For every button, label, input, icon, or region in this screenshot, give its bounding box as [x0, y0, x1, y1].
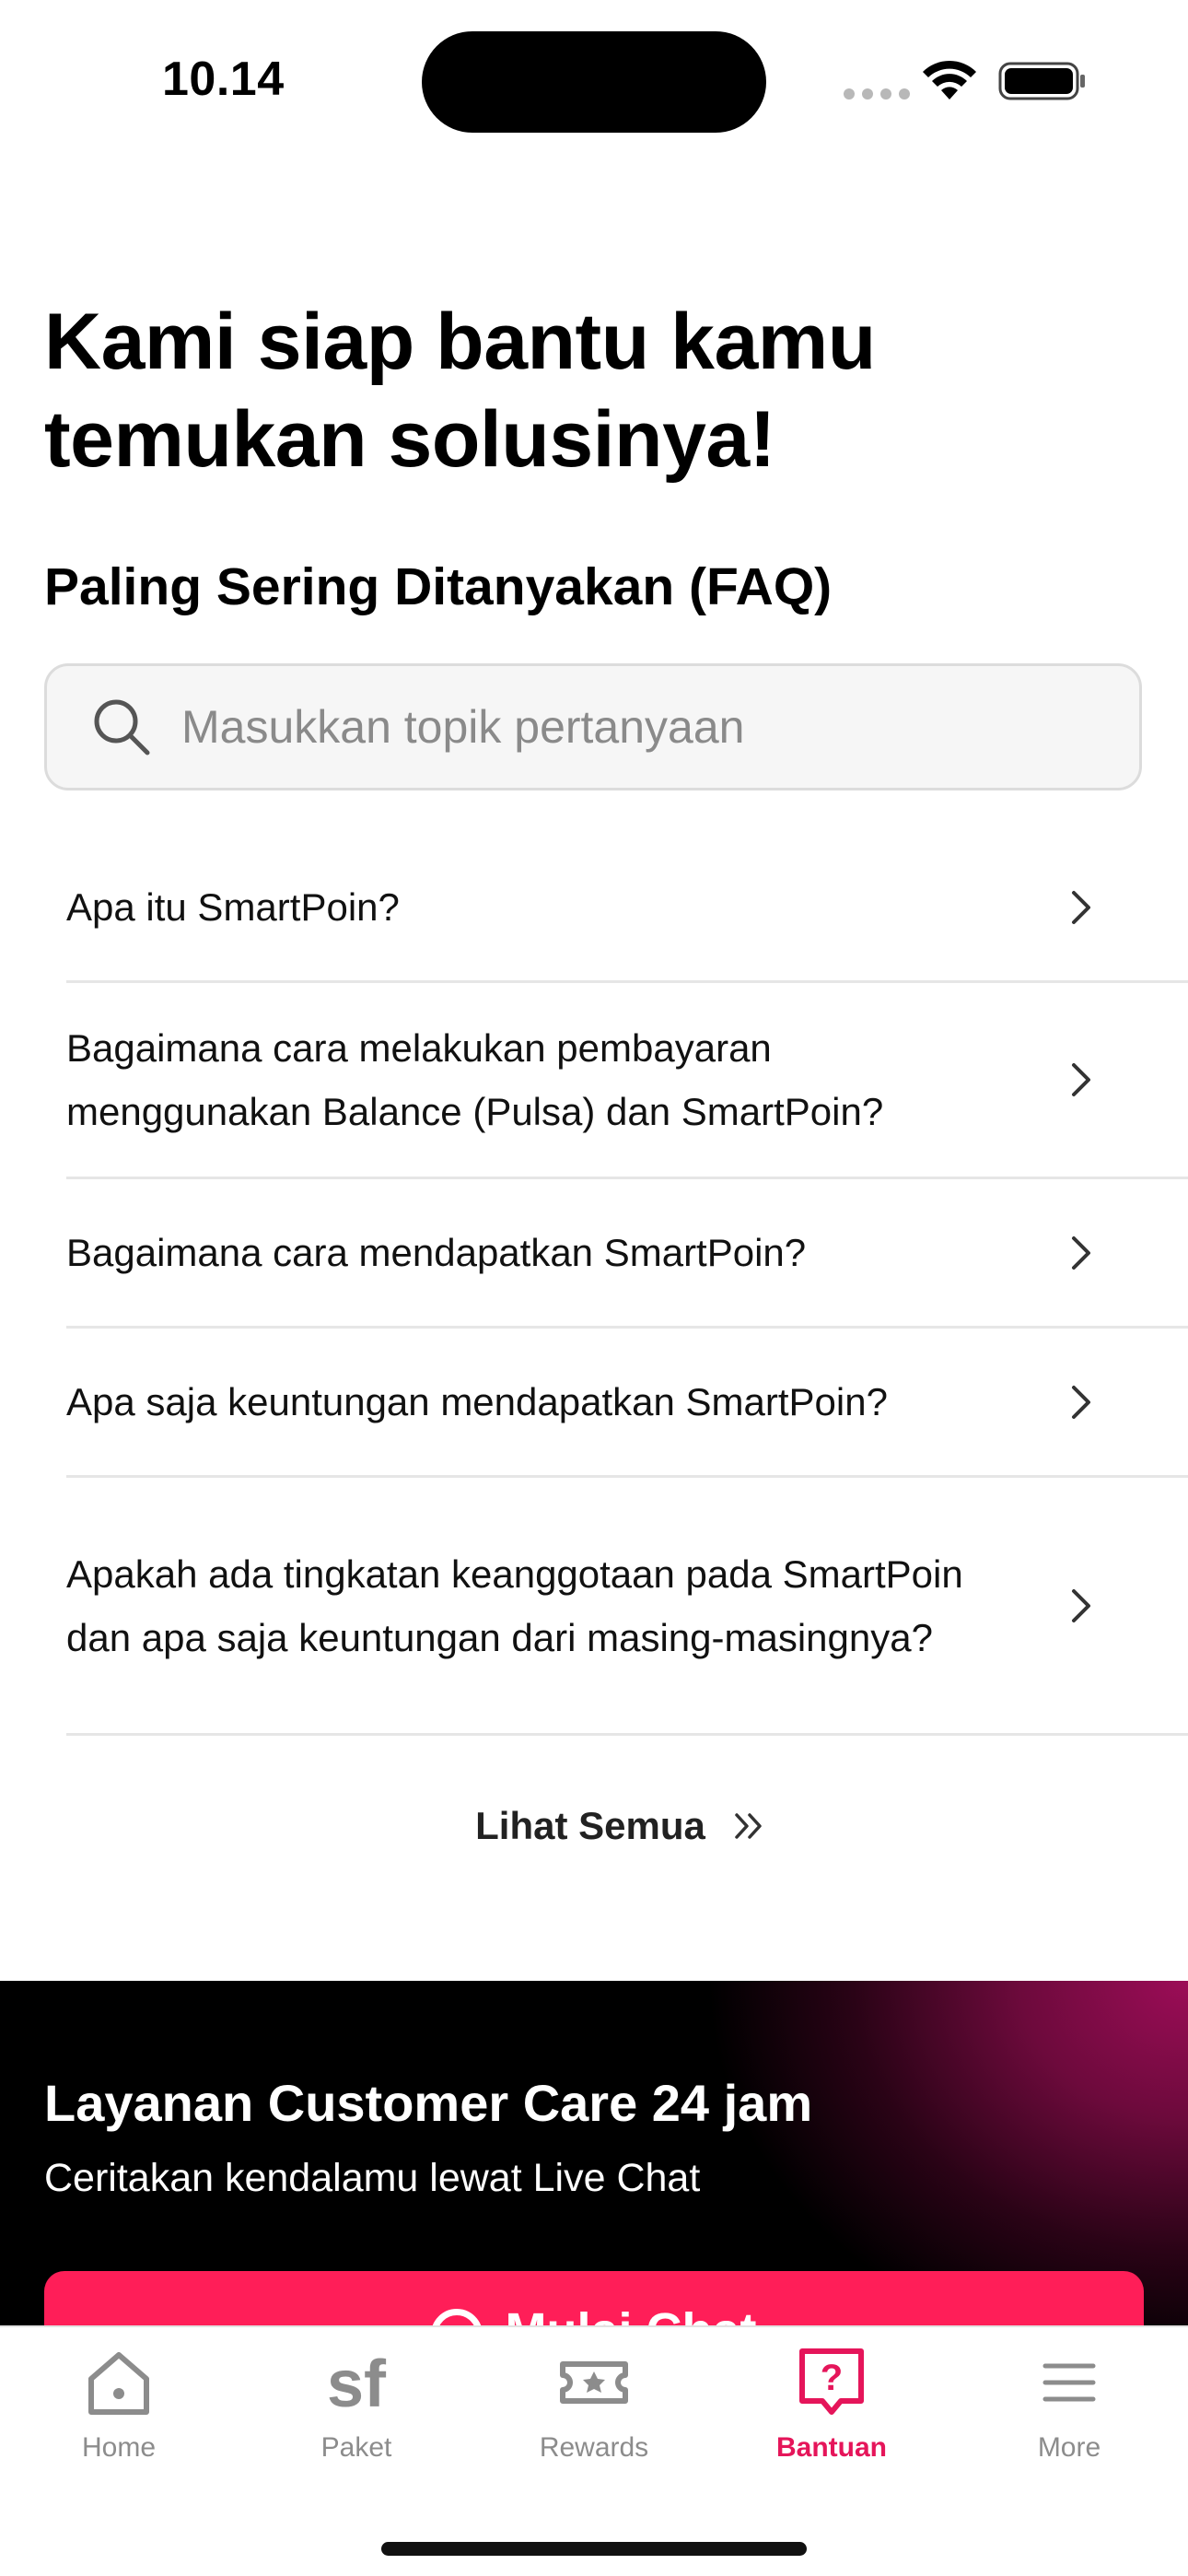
faq-item[interactable]: Apakah ada tingkatan keanggotaan pada Sm…	[66, 1478, 1188, 1736]
cellular-signal-icon	[844, 88, 910, 100]
faq-search-input[interactable]	[181, 700, 1102, 754]
search-icon	[94, 699, 150, 755]
faq-question: Apakah ada tingkatan keanggotaan pada Sm…	[66, 1551, 963, 1659]
page-title: Kami siap bantu kamu temukan solusinya!	[44, 298, 876, 484]
tab-bantuan-label: Bantuan	[776, 2432, 887, 2463]
sf-logo-icon: sf	[327, 2348, 387, 2419]
status-bar: 10.14	[0, 0, 1188, 157]
home-icon	[88, 2352, 149, 2415]
chevron-right-icon	[1072, 1063, 1090, 1096]
battery-icon	[998, 62, 1085, 100]
status-time: 10.14	[162, 53, 285, 106]
tab-bantuan[interactable]: ? Bantuan	[713, 2346, 950, 2493]
faq-item[interactable]: Bagaimana cara melakukan pembayaran meng…	[66, 983, 1188, 1179]
wifi-icon	[923, 60, 976, 100]
customer-care-title: Layanan Customer Care 24 jam	[44, 2074, 813, 2132]
tab-home-label: Home	[81, 2432, 157, 2463]
dynamic-island	[422, 31, 766, 133]
customer-care-subtitle: Ceritakan kendalamu lewat Live Chat	[44, 2156, 701, 2200]
faq-item[interactable]: Apa saja keuntungan mendapatkan SmartPoi…	[66, 1329, 1188, 1478]
help-icon: ?	[799, 2348, 864, 2415]
faq-question: Apa saja keuntungan mendapatkan SmartPoi…	[66, 1380, 888, 1423]
chevron-right-icon	[1072, 1588, 1090, 1622]
faq-item[interactable]: Bagaimana cara mendapatkan SmartPoin?	[66, 1179, 1188, 1329]
tab-paket[interactable]: sf Paket	[238, 2346, 475, 2493]
faq-item[interactable]: Apa itu SmartPoin?	[66, 834, 1188, 983]
customer-care-banner: Layanan Customer Care 24 jam Ceritakan k…	[0, 1981, 1188, 2382]
double-chevron-right-icon	[735, 1813, 762, 1839]
see-all-label: Lihat Semua	[475, 1804, 705, 1847]
tab-paket-label: Paket	[320, 2432, 392, 2463]
faq-search-box[interactable]	[44, 663, 1142, 790]
ticket-icon	[560, 2361, 628, 2404]
chevron-right-icon	[1072, 890, 1090, 924]
home-indicator	[381, 2542, 807, 2556]
menu-icon	[1042, 2363, 1096, 2402]
chevron-right-icon	[1072, 1385, 1090, 1419]
see-all-link[interactable]: Lihat Semua	[0, 1804, 1188, 1848]
tab-more[interactable]: More	[950, 2346, 1188, 2493]
faq-question: Bagaimana cara melakukan pembayaran meng…	[66, 1026, 884, 1133]
svg-text:sf: sf	[327, 2348, 387, 2419]
svg-text:?: ?	[821, 2358, 843, 2398]
faq-question: Apa itu SmartPoin?	[66, 885, 400, 929]
faq-question: Bagaimana cara mendapatkan SmartPoin?	[66, 1231, 807, 1274]
faq-section-title: Paling Sering Ditanyakan (FAQ)	[44, 557, 833, 616]
chevron-right-icon	[1072, 1235, 1090, 1270]
tab-rewards-label: Rewards	[539, 2432, 649, 2463]
faq-list: Apa itu SmartPoin? Bagaimana cara melaku…	[0, 834, 1188, 1736]
tab-rewards[interactable]: Rewards	[475, 2346, 713, 2493]
tab-home[interactable]: Home	[0, 2346, 238, 2493]
tab-more-label: More	[1037, 2432, 1101, 2463]
bottom-tab-bar: Home sf Paket Rewards ? Bantuan More	[0, 2325, 1188, 2576]
